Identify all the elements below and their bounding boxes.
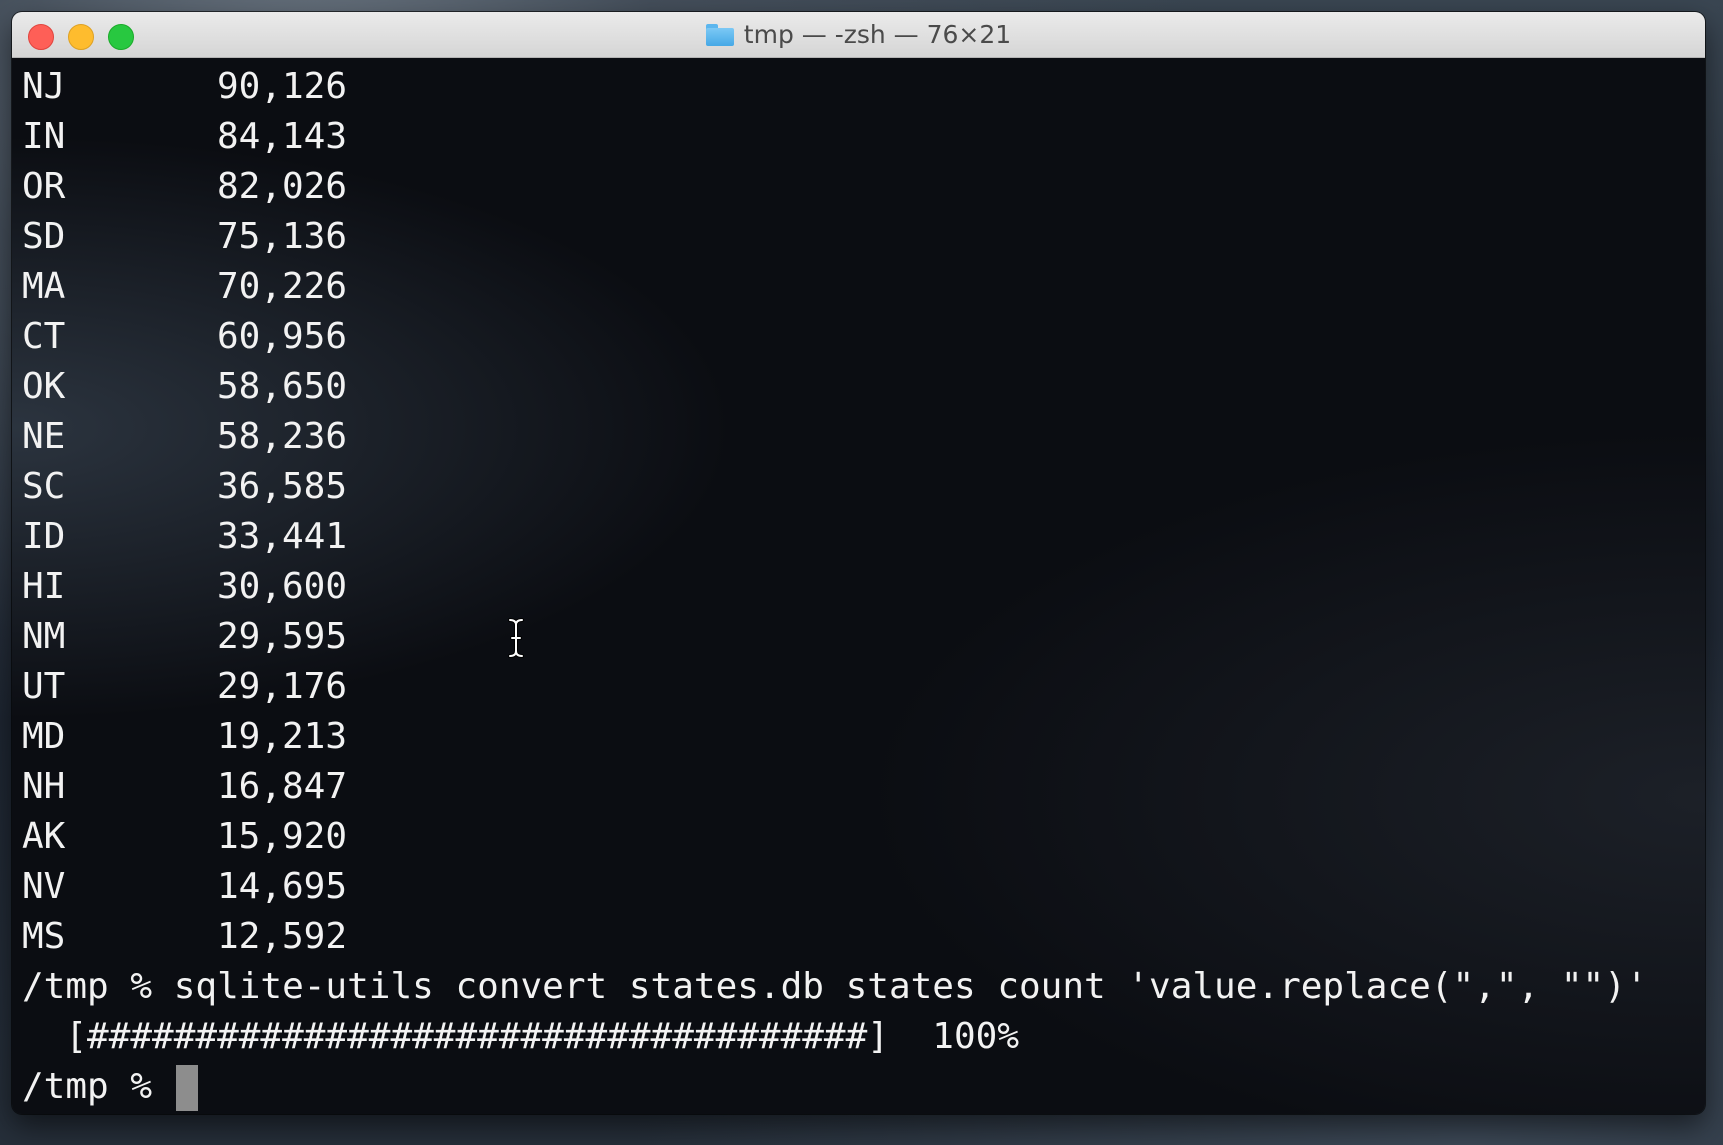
state-count: 19,213: [216, 716, 347, 757]
state-count: 60,956: [216, 316, 347, 357]
state-code: OR: [22, 166, 66, 207]
state-code: MS: [22, 916, 66, 957]
table-row: CT 60,956: [22, 312, 347, 362]
text-cursor-icon: [506, 618, 526, 658]
text-cursor: [175, 1065, 198, 1111]
prompt: /tmp %: [22, 1066, 174, 1107]
state-code: SC: [22, 466, 66, 507]
state-count: 70,226: [216, 266, 347, 307]
state-count: 33,441: [216, 516, 347, 557]
table-row: OR 82,026: [22, 162, 347, 212]
state-count: 82,026: [216, 166, 347, 207]
state-count: 14,695: [216, 866, 347, 907]
state-code: IN: [22, 116, 66, 157]
window-title: tmp — -zsh — 76×21: [12, 12, 1705, 57]
table-row: MA 70,226: [22, 262, 347, 312]
table-row: HI 30,600: [22, 562, 347, 612]
state-code: NM: [22, 616, 66, 657]
state-count: 12,592: [216, 916, 347, 957]
state-count: 58,236: [216, 416, 347, 457]
state-code: SD: [22, 216, 66, 257]
state-code: NE: [22, 416, 66, 457]
folder-icon: [705, 23, 734, 46]
command-line: /tmp % sqlite-utils convert states.db st…: [22, 966, 1648, 1007]
table-row: SD 75,136: [22, 212, 347, 262]
state-code: UT: [22, 666, 66, 707]
state-count: 29,176: [216, 666, 347, 707]
table-row: NJ 90,126: [22, 62, 347, 112]
table-row: MD 19,213: [22, 712, 347, 762]
table-row: ID 33,441: [22, 512, 347, 562]
prompt-line[interactable]: /tmp %: [22, 1062, 198, 1112]
state-code: ID: [22, 516, 66, 557]
state-count: 36,585: [216, 466, 347, 507]
state-count: 90,126: [216, 66, 347, 107]
state-count: 29,595: [216, 616, 347, 657]
state-count: 15,920: [216, 816, 347, 857]
window-title-text: tmp — -zsh — 76×21: [743, 20, 1012, 49]
state-code: OK: [22, 366, 66, 407]
table-row: UT 29,176: [22, 662, 347, 712]
table-row: IN 84,143: [22, 112, 347, 162]
state-count: 16,847: [216, 766, 347, 807]
table-row: AK 15,920: [22, 812, 347, 862]
state-count: 30,600: [216, 566, 347, 607]
table-row: NH 16,847: [22, 762, 347, 812]
state-code: CT: [22, 316, 66, 357]
state-code: AK: [22, 816, 66, 857]
state-code: NJ: [22, 66, 66, 107]
state-code: MA: [22, 266, 66, 307]
table-row: NV 14,695: [22, 862, 347, 912]
state-code: MD: [22, 716, 66, 757]
state-code: HI: [22, 566, 66, 607]
table-row: OK 58,650: [22, 362, 347, 412]
terminal-output[interactable]: NJ 90,126 IN 84,143 OR 82,026 SD 75,136 MA 70…: [12, 58, 1705, 1114]
terminal-window[interactable]: tmp — -zsh — 76×21 NJ 90,126 IN 84,143 OR 8…: [12, 12, 1705, 1114]
state-count: 58,650: [216, 366, 347, 407]
table-row: NM 29,595: [22, 612, 347, 662]
progress-line: [####################################] 1…: [22, 1016, 1019, 1057]
state-code: NV: [22, 866, 66, 907]
table-row: MS 12,592: [22, 912, 347, 962]
state-count: 84,143: [216, 116, 347, 157]
title-bar[interactable]: tmp — -zsh — 76×21: [12, 12, 1705, 58]
state-code: NH: [22, 766, 66, 807]
state-count: 75,136: [216, 216, 347, 257]
table-row: SC 36,585: [22, 462, 347, 512]
table-row: NE 58,236: [22, 412, 347, 462]
